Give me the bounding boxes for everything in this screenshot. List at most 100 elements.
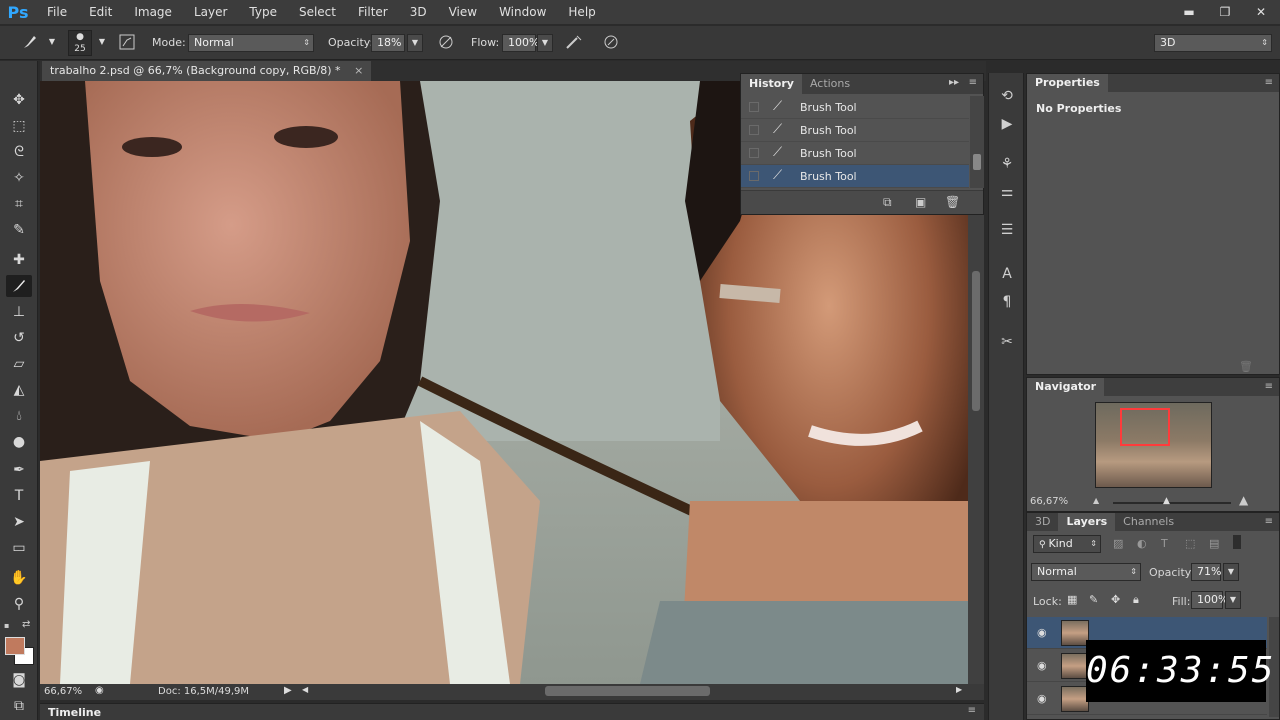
status-menu-arrow-icon[interactable]: ▶ — [284, 685, 292, 696]
history-item[interactable]: ⟋ Brush Tool — [741, 142, 969, 165]
lock-pixels-icon[interactable]: ✎ — [1089, 593, 1098, 606]
lock-position-icon[interactable]: ✥ — [1111, 593, 1120, 606]
menu-type[interactable]: Type — [238, 0, 288, 24]
marquee-tool-icon[interactable]: ⬚ — [6, 115, 32, 137]
panel-menu-icon[interactable]: ≡ — [1265, 516, 1273, 527]
tab-3d[interactable]: 3D — [1027, 513, 1058, 531]
screen-mode-icon[interactable]: ⧉ — [6, 695, 32, 717]
filter-shape-icon[interactable]: ⬚ — [1185, 537, 1195, 550]
brush-preset-icon[interactable] — [20, 34, 40, 52]
quick-mask-icon[interactable]: ◙ — [6, 669, 32, 691]
magic-wand-tool-icon[interactable]: ✧ — [6, 167, 32, 189]
mode-dropdown[interactable]: Normal ⇕ — [188, 34, 314, 52]
healing-brush-tool-icon[interactable]: ✚ — [6, 249, 32, 271]
filter-smart-object-icon[interactable]: ▤ — [1209, 537, 1219, 550]
opacity-slider-chevron-icon[interactable]: ▼ — [407, 34, 423, 52]
zoom-slider[interactable] — [1113, 502, 1231, 504]
navigator-view-box[interactable] — [1120, 408, 1170, 446]
menu-3d[interactable]: 3D — [399, 0, 438, 24]
history-snapshot-checkbox[interactable] — [749, 171, 759, 181]
menu-layer[interactable]: Layer — [183, 0, 238, 24]
opacity-input[interactable]: 18% — [371, 34, 405, 52]
actions-play-icon[interactable]: ▶ — [996, 113, 1018, 135]
brush-size-chevron-icon[interactable]: ▼ — [94, 34, 110, 52]
fill-chevron-icon[interactable]: ▼ — [1225, 591, 1241, 609]
filter-pixel-icon[interactable]: ▨ — [1113, 537, 1123, 550]
brush-panel-toggle-icon[interactable] — [117, 34, 137, 52]
zoom-level[interactable]: 66,67% — [44, 686, 82, 697]
path-selection-tool-icon[interactable]: ➤ — [6, 511, 32, 533]
eyedropper-tool-icon[interactable]: ✎ — [6, 219, 32, 241]
menu-image[interactable]: Image — [123, 0, 183, 24]
hand-tool-icon[interactable]: ✋ — [6, 567, 32, 589]
layer-opacity-chevron-icon[interactable]: ▼ — [1223, 563, 1239, 581]
foreground-color-swatch[interactable] — [5, 637, 25, 655]
panel-menu-icon[interactable]: ≡ — [968, 705, 976, 716]
minimize-icon[interactable]: ▬ — [1178, 5, 1200, 19]
flow-input[interactable]: 100% — [502, 34, 539, 52]
timeline-panel[interactable]: Timeline ≡ — [40, 703, 984, 720]
visibility-eye-icon[interactable]: ◉ — [1037, 626, 1047, 639]
layer-filter-kind[interactable]: ⚲ Kind ⇕ — [1033, 535, 1101, 553]
lock-all-icon[interactable]: 🔒︎ — [1133, 593, 1139, 607]
panel-menu-icon[interactable]: ≡ — [1265, 77, 1273, 88]
history-item[interactable]: ⟋ Brush Tool — [741, 96, 969, 119]
panel-menu-icon[interactable]: ≡ — [1265, 381, 1273, 392]
menu-help[interactable]: Help — [557, 0, 606, 24]
camera-snapshot-icon[interactable]: ▣ — [915, 195, 926, 209]
vertical-scroll-thumb[interactable] — [972, 271, 980, 411]
tab-channels[interactable]: Channels — [1115, 513, 1182, 531]
history-snapshot-checkbox[interactable] — [749, 148, 759, 158]
lock-transparent-icon[interactable]: ▦ — [1067, 593, 1077, 606]
menu-select[interactable]: Select — [288, 0, 347, 24]
type-tool-icon[interactable]: T — [6, 485, 32, 507]
eraser-tool-icon[interactable]: ▱ — [6, 353, 32, 375]
brush-size-picker[interactable]: ● 25 — [68, 30, 92, 56]
layer-opacity-input[interactable]: 71% — [1191, 563, 1221, 581]
history-item-selected[interactable]: ⟋ Brush Tool — [741, 165, 969, 188]
character-icon[interactable]: A — [996, 263, 1018, 285]
restore-icon[interactable]: ❐ — [1214, 5, 1236, 19]
panel-menu-icon[interactable]: ≡ — [969, 77, 977, 88]
brush-tool-icon[interactable] — [6, 275, 32, 297]
adjustments-icon[interactable]: ⚌ — [996, 181, 1018, 203]
layer-blend-mode[interactable]: Normal ⇕ — [1031, 563, 1141, 581]
history-snapshot-checkbox[interactable] — [749, 102, 759, 112]
scroll-left-icon[interactable]: ◀ — [302, 685, 308, 694]
tool-presets-icon[interactable]: ✂ — [996, 331, 1018, 353]
tab-properties[interactable]: Properties — [1027, 74, 1108, 92]
rectangle-tool-icon[interactable]: ▭ — [6, 537, 32, 559]
dodge-tool-icon[interactable]: ● — [6, 431, 32, 453]
tab-history[interactable]: History — [741, 74, 802, 94]
blur-tool-icon[interactable]: 💧︎ — [6, 405, 32, 427]
pressure-size-icon[interactable] — [601, 34, 621, 52]
trash-icon[interactable]: 🗑︎ — [945, 195, 960, 209]
trash-icon[interactable]: 🗑︎ — [1239, 360, 1253, 373]
tab-navigator[interactable]: Navigator — [1027, 378, 1105, 396]
flow-slider-chevron-icon[interactable]: ▼ — [537, 34, 553, 52]
pressure-opacity-icon[interactable] — [436, 34, 456, 52]
default-colors-icon[interactable]: ▪ — [4, 621, 14, 631]
brush-preset-chevron-icon[interactable]: ▼ — [44, 34, 60, 52]
zoom-slider-thumb-icon[interactable]: ▲ — [1163, 496, 1170, 506]
history-scrollbar[interactable] — [970, 96, 984, 188]
menu-view[interactable]: View — [438, 0, 488, 24]
zoom-tool-icon[interactable]: ⚲ — [6, 593, 32, 615]
horizontal-scroll-thumb[interactable] — [545, 686, 710, 696]
move-tool-icon[interactable]: ✥ — [6, 89, 32, 111]
fill-input[interactable]: 100% — [1191, 591, 1228, 609]
menu-file[interactable]: File — [36, 0, 78, 24]
status-info-icon[interactable]: ◉ — [95, 685, 104, 696]
document-tab[interactable]: trabalho 2.psd @ 66,7% (Background copy,… — [42, 61, 372, 81]
history-panel-icon[interactable]: ⟲ — [996, 85, 1018, 107]
menu-window[interactable]: Window — [488, 0, 557, 24]
tab-actions[interactable]: Actions — [802, 74, 858, 94]
visibility-eye-icon[interactable]: ◉ — [1037, 692, 1047, 705]
filter-type-icon[interactable]: T — [1161, 537, 1168, 550]
tab-layers[interactable]: Layers — [1058, 513, 1116, 531]
menu-filter[interactable]: Filter — [347, 0, 399, 24]
crop-tool-icon[interactable]: ⌗ — [6, 193, 32, 215]
swap-colors-icon[interactable]: ⇄ — [22, 619, 30, 630]
visibility-eye-icon[interactable]: ◉ — [1037, 659, 1047, 672]
zoom-out-icon[interactable]: ▲ — [1093, 496, 1099, 505]
